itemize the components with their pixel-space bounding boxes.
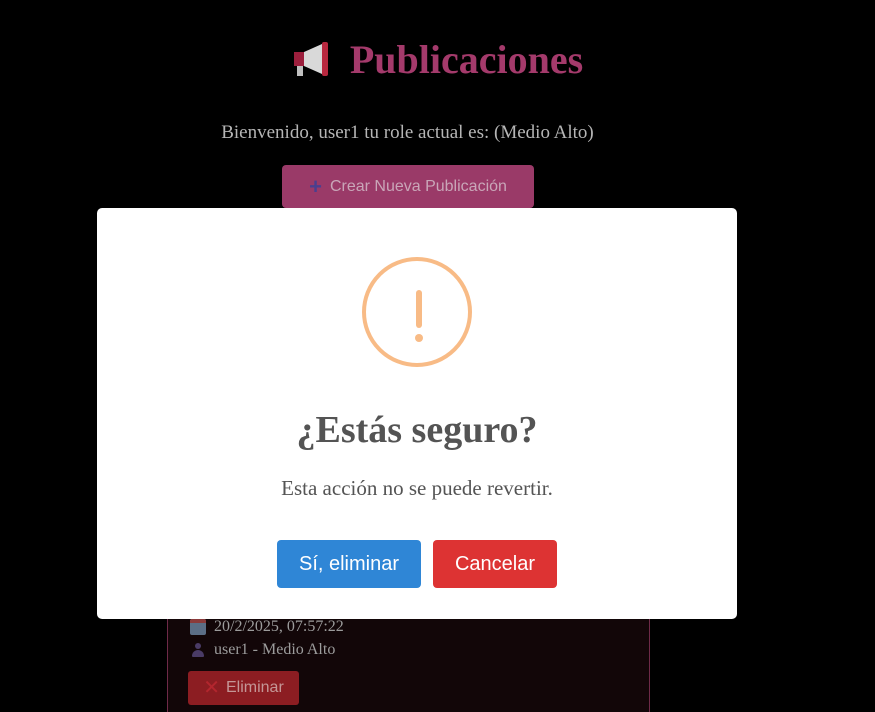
dialog-actions: Sí, eliminar Cancelar	[97, 540, 737, 588]
page: Publicaciones Bienvenido, user1 tu role …	[0, 0, 875, 712]
plus-icon: +	[309, 173, 322, 199]
dialog-message: Esta acción no se puede revertir.	[281, 476, 553, 500]
warning-icon	[362, 257, 472, 367]
post-date-row: 20/2/2025, 07:57:22	[190, 618, 344, 636]
create-post-label: Crear Nueva Publicación	[329, 177, 507, 195]
confirm-delete-button[interactable]: Sí, eliminar	[277, 540, 421, 588]
user-icon	[190, 642, 206, 658]
post-date: 20/2/2025, 07:57:22	[214, 618, 344, 635]
confirm-dialog: ¿Estás seguro? Esta acción no se puede r…	[97, 208, 737, 619]
post-author: user1 - Medio Alto	[214, 641, 336, 658]
post-author-row: user1 - Medio Alto	[190, 641, 335, 659]
megaphone-icon	[293, 41, 328, 76]
page-title: Publicaciones	[349, 37, 584, 82]
create-post-button[interactable]: + Crear Nueva Publicación	[282, 165, 534, 208]
welcome-message: Bienvenido, user1 tu role actual es: (Me…	[221, 122, 594, 143]
page-header: Publicaciones	[0, 36, 875, 83]
delete-post-button[interactable]: ✕ Eliminar	[188, 671, 299, 705]
calendar-icon	[190, 619, 206, 635]
dialog-title: ¿Estás seguro?	[296, 409, 538, 451]
cancel-button[interactable]: Cancelar	[433, 540, 557, 588]
delete-post-label: Eliminar	[225, 679, 284, 696]
close-icon: ✕	[203, 677, 220, 699]
